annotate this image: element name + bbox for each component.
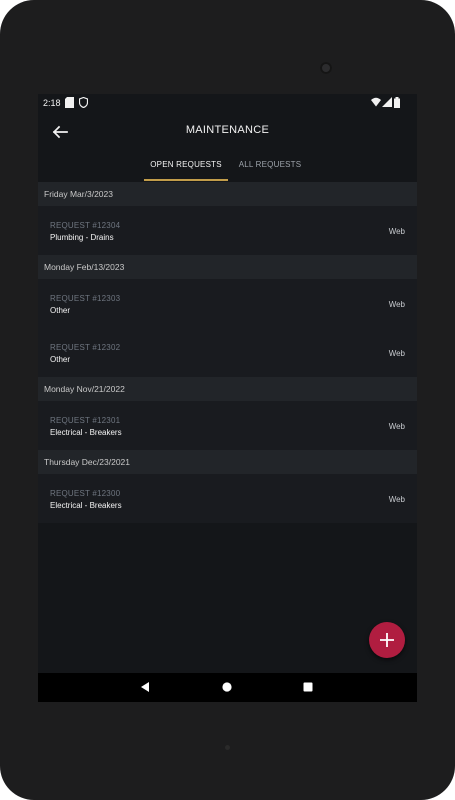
request-source: Web bbox=[388, 349, 405, 358]
request-item[interactable]: REQUEST #12300 Electrical - Breakers Web bbox=[38, 474, 417, 523]
shield-icon bbox=[78, 96, 89, 110]
light-sensor bbox=[225, 745, 230, 750]
request-category: Plumbing - Drains bbox=[50, 233, 114, 242]
active-tab-indicator bbox=[144, 179, 228, 181]
request-source: Web bbox=[388, 227, 405, 236]
request-source: Web bbox=[388, 495, 405, 504]
plus-icon bbox=[369, 633, 405, 662]
request-item[interactable]: REQUEST #12301 Electrical - Breakers Web bbox=[38, 401, 417, 450]
request-category: Electrical - Breakers bbox=[50, 501, 122, 510]
request-number: REQUEST #12304 bbox=[50, 221, 121, 230]
app-screen: 2:18 MAINTENANCE OPEN REQUESTS ALL REQUE… bbox=[38, 94, 417, 702]
request-category: Other bbox=[50, 355, 71, 364]
request-item[interactable]: REQUEST #12303 Other Web bbox=[38, 279, 417, 328]
status-bar: 2:18 bbox=[38, 94, 417, 112]
date-header: Monday Nov/21/2022 bbox=[38, 377, 417, 401]
date-header: Friday Mar/3/2023 bbox=[38, 182, 417, 206]
request-number: REQUEST #12302 bbox=[50, 343, 121, 352]
date-header: Monday Feb/13/2023 bbox=[38, 255, 417, 279]
wifi-icon bbox=[371, 97, 381, 109]
tab-all-requests[interactable]: ALL REQUESTS bbox=[234, 160, 306, 169]
square-recents-icon bbox=[300, 682, 316, 699]
front-camera bbox=[320, 62, 332, 74]
request-source: Web bbox=[388, 422, 405, 431]
circle-home-icon bbox=[219, 682, 235, 699]
system-nav-bar bbox=[38, 673, 417, 702]
request-item[interactable]: REQUEST #12304 Plumbing - Drains Web bbox=[38, 206, 417, 255]
page-title: MAINTENANCE bbox=[185, 124, 270, 136]
tab-label: OPEN REQUESTS bbox=[150, 160, 222, 169]
request-list: Friday Mar/3/2023 REQUEST #12304 Plumbin… bbox=[38, 182, 417, 523]
battery-icon bbox=[394, 97, 400, 110]
status-time: 2:18 bbox=[43, 98, 61, 108]
tab-open-requests[interactable]: OPEN REQUESTS bbox=[144, 160, 228, 181]
triangle-back-icon bbox=[137, 682, 153, 699]
request-category: Electrical - Breakers bbox=[50, 428, 122, 437]
nav-back-button[interactable] bbox=[137, 679, 153, 695]
request-category: Other bbox=[50, 306, 71, 315]
nav-recents-button[interactable] bbox=[300, 679, 316, 695]
request-item[interactable]: REQUEST #12302 Other Web bbox=[38, 328, 417, 377]
request-number: REQUEST #12301 bbox=[50, 416, 121, 425]
add-request-button[interactable] bbox=[369, 622, 405, 658]
request-number: REQUEST #12300 bbox=[50, 489, 121, 498]
nav-home-button[interactable] bbox=[219, 679, 235, 695]
sd-card-icon bbox=[65, 97, 74, 110]
request-number: REQUEST #12303 bbox=[50, 294, 121, 303]
signal-icon bbox=[382, 97, 392, 109]
app-bar: MAINTENANCE bbox=[38, 112, 417, 152]
tab-bar: OPEN REQUESTS ALL REQUESTS bbox=[38, 152, 417, 182]
tab-label: ALL REQUESTS bbox=[238, 160, 302, 169]
date-header: Thursday Dec/23/2021 bbox=[38, 450, 417, 474]
tablet-frame: 2:18 MAINTENANCE OPEN REQUESTS ALL REQUE… bbox=[0, 0, 455, 800]
request-source: Web bbox=[388, 300, 405, 309]
